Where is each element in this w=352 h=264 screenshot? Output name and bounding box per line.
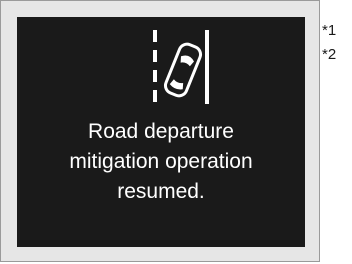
message-line-1: Road departure	[88, 120, 234, 143]
status-message: Road departure mitigation operation resu…	[17, 117, 305, 207]
footnote-marker-1: *1	[322, 22, 337, 39]
road-departure-car-icon	[153, 30, 209, 104]
display-frame: Road departure mitigation operation resu…	[0, 0, 320, 262]
message-line-2: mitigation operation	[69, 150, 253, 173]
footnote-marker-2: *2	[322, 46, 337, 63]
display-screen: Road departure mitigation operation resu…	[17, 17, 305, 247]
message-line-3: resumed.	[117, 180, 205, 203]
